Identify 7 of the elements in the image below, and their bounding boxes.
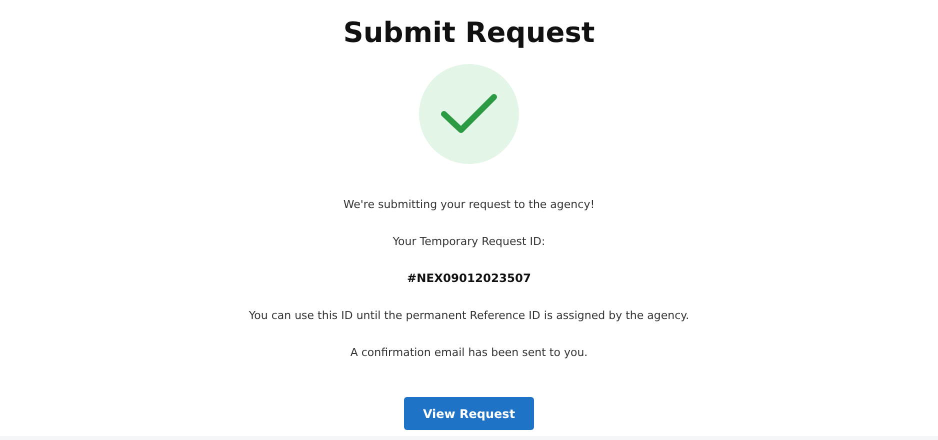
message-text: We're submitting your request to the agency! [343, 197, 595, 213]
view-request-button[interactable]: View Request [404, 397, 534, 430]
note-text: A confirmation email has been sent to you. [350, 345, 588, 361]
note-text: You can use this ID until the permanent Reference ID is assigned by the agency. [248, 308, 690, 324]
request-id: #NEX09012023507 [406, 270, 531, 287]
page-title: Submit Request [343, 15, 595, 51]
message-text: Your Temporary Request ID: [392, 234, 546, 250]
